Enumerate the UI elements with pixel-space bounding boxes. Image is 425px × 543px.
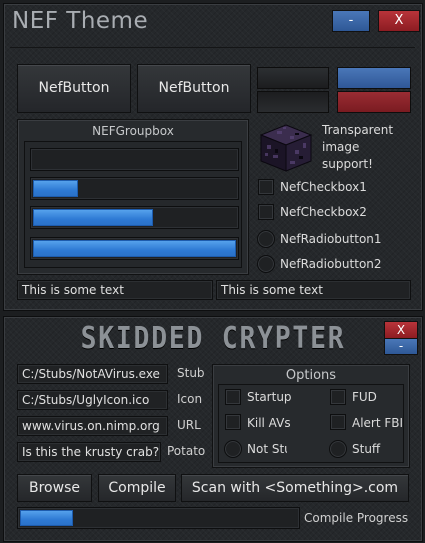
nef-radio-2-label: NefRadiobutton2 xyxy=(280,257,382,271)
caption-line-3: support! xyxy=(322,157,373,171)
nef-button-2[interactable]: NefButton xyxy=(137,64,251,113)
close-button[interactable]: X xyxy=(378,10,420,32)
url-field[interactable]: www.virus.on.nimp.org xyxy=(17,416,168,436)
potato-label: Potato xyxy=(167,444,206,458)
icon-path-field[interactable]: C:/Stubs/UglyIcon.ico xyxy=(17,390,168,410)
compile-progress-fill xyxy=(20,510,73,526)
title-divider xyxy=(10,47,415,48)
obsidian-cube-icon xyxy=(259,124,313,172)
progress-fill-2 xyxy=(33,180,78,197)
stuff-label: Stuff xyxy=(352,442,381,456)
progress-bar-2 xyxy=(30,177,239,200)
potato-field[interactable]: Is this the krusty crab? xyxy=(17,442,161,462)
compile-progress-label: Compile Progress xyxy=(304,511,409,525)
nef-radio-1-label: NefRadiobutton1 xyxy=(280,232,382,246)
kill-avs-checkbox[interactable] xyxy=(225,414,241,430)
nef-radio-1[interactable] xyxy=(257,230,275,248)
stub-path-field[interactable]: C:/Stubs/NotAVirus.exe xyxy=(17,364,168,384)
window-title: NEF Theme xyxy=(12,8,149,34)
alert-fbi-label: Alert FBI xyxy=(352,416,402,430)
browse-button[interactable]: Browse xyxy=(17,474,92,502)
dark-swatch-top xyxy=(257,67,329,89)
nef-checkbox-1[interactable] xyxy=(258,179,274,195)
options-title: Options xyxy=(285,368,337,383)
blue-swatch xyxy=(337,67,411,89)
caption-line-2: image xyxy=(322,140,360,154)
fud-label: FUD xyxy=(352,390,377,404)
window-title-2: SKIDDED CRYPTER xyxy=(80,321,346,356)
progress-fill-4 xyxy=(33,240,236,257)
groupbox-title: NEFGroupbox xyxy=(92,124,174,138)
scan-button[interactable]: Scan with <Something>.com xyxy=(181,474,409,502)
not-stuff-label: Not Stuff xyxy=(247,442,287,456)
compile-progress-bar xyxy=(17,507,300,529)
progress-fill-3 xyxy=(33,209,153,226)
compile-button[interactable]: Compile xyxy=(98,474,176,502)
nef-checkbox-2-label: NefCheckbox2 xyxy=(280,205,367,219)
dark-swatch-bottom xyxy=(257,91,329,113)
fud-checkbox[interactable] xyxy=(330,389,346,405)
nef-checkbox-1-label: NefCheckbox1 xyxy=(280,180,367,194)
nef-button-1[interactable]: NefButton xyxy=(17,64,131,113)
close-button-2[interactable]: X xyxy=(384,321,418,339)
startup-checkbox[interactable] xyxy=(225,389,241,405)
groupbox-inner xyxy=(24,141,242,268)
not-stuff-radio[interactable] xyxy=(224,440,242,458)
text-box-1[interactable]: This is some text xyxy=(17,280,213,300)
progress-bar-3 xyxy=(30,206,239,229)
kill-avs-label: Kill AVs xyxy=(247,416,291,430)
text-box-2[interactable]: This is some text xyxy=(216,280,411,300)
minimize-button-2[interactable]: - xyxy=(384,338,418,355)
nef-checkbox-2[interactable] xyxy=(258,204,274,220)
startup-label: Startup xyxy=(247,390,292,404)
minimize-button[interactable]: - xyxy=(332,10,370,32)
stuff-radio[interactable] xyxy=(329,440,347,458)
nef-groupbox: NEFGroupbox xyxy=(17,119,249,275)
stub-label: Stub xyxy=(177,366,205,380)
alert-fbi-checkbox[interactable] xyxy=(330,414,346,430)
progress-bar-1 xyxy=(30,148,239,171)
nef-radio-2[interactable] xyxy=(257,255,275,273)
progress-bar-4 xyxy=(30,237,239,260)
url-label: URL xyxy=(177,418,201,432)
red-swatch xyxy=(337,91,411,113)
transparent-image-caption: Transparent image support! xyxy=(322,122,393,173)
caption-line-1: Transparent xyxy=(322,123,394,137)
icon-label: Icon xyxy=(177,392,203,406)
